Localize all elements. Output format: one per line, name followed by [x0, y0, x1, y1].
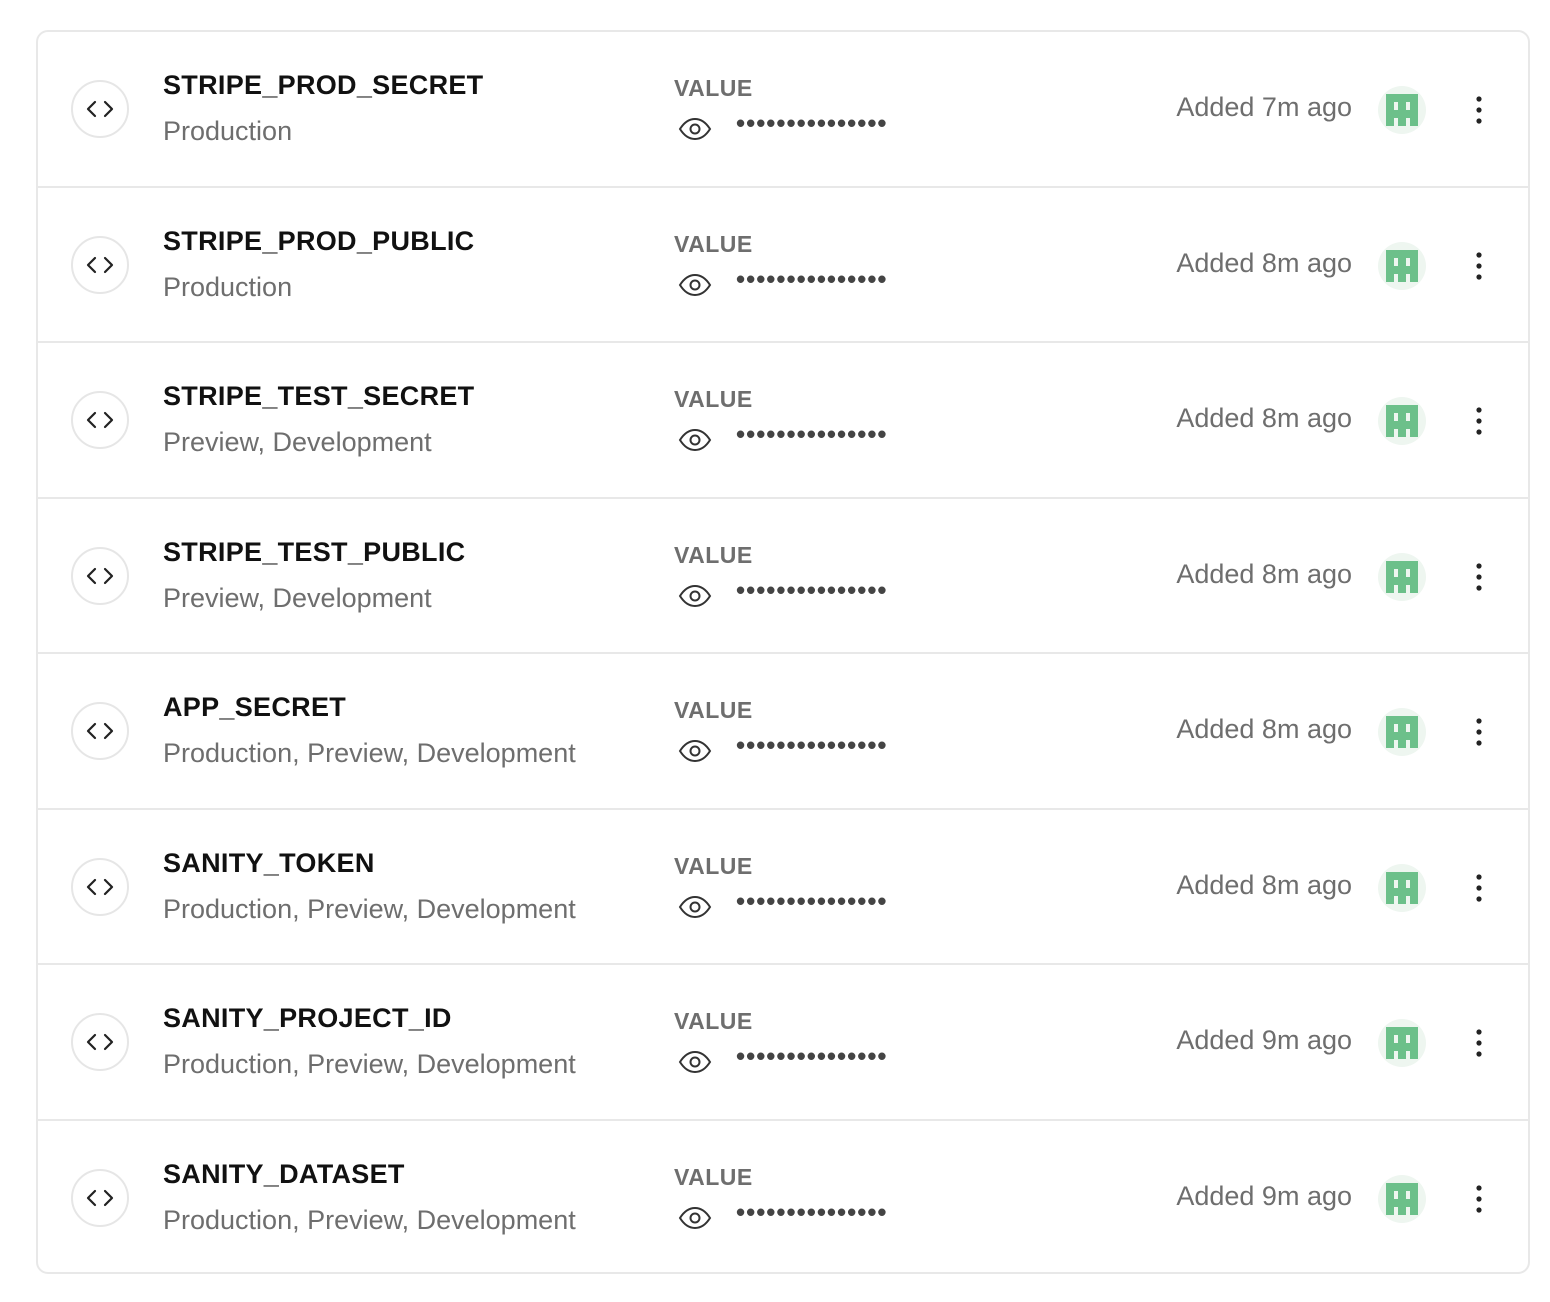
code-icon	[71, 1013, 129, 1071]
added-timestamp: Added 9m ago	[1176, 1180, 1352, 1211]
masked-value: •••••••••••••••	[736, 730, 888, 760]
added-timestamp: Added 8m ago	[1176, 558, 1352, 589]
avatar	[1378, 86, 1426, 134]
more-options-icon[interactable]	[1464, 1181, 1494, 1217]
env-var-name: STRIPE_PROD_SECRET	[163, 70, 484, 100]
env-var-environments: Production	[163, 271, 293, 302]
eye-icon[interactable]	[678, 1203, 712, 1233]
added-timestamp: Added 8m ago	[1176, 403, 1352, 433]
masked-value: •••••••••••••••	[736, 885, 888, 916]
eye-icon[interactable]	[678, 736, 712, 766]
avatar	[1378, 708, 1426, 756]
added-timestamp: Added 8m ago	[1176, 714, 1352, 744]
more-options-icon[interactable]	[1464, 92, 1494, 128]
eye-icon[interactable]	[678, 270, 712, 300]
value-label: VALUE	[674, 1008, 753, 1034]
eye-icon[interactable]	[678, 114, 712, 144]
eye-icon[interactable]	[678, 425, 712, 455]
eye-icon[interactable]	[678, 1047, 712, 1077]
env-var-row: APP_SECRET Production, Preview, Developm…	[38, 654, 1528, 810]
env-var-list: STRIPE_PROD_SECRET Production VALUE ••••…	[36, 30, 1530, 1274]
avatar	[1378, 552, 1426, 601]
avatar	[1378, 397, 1426, 445]
env-var-row: SANITY_DATASET Production, Preview, Deve…	[38, 1121, 1528, 1273]
value-label: VALUE	[674, 230, 753, 257]
added-timestamp: Added 8m ago	[1176, 247, 1352, 278]
more-options-icon[interactable]	[1464, 248, 1494, 284]
env-var-row: STRIPE_PROD_PUBLIC Production VALUE ••••…	[38, 188, 1528, 343]
code-icon	[71, 80, 129, 138]
avatar	[1378, 241, 1426, 290]
masked-value: •••••••••••••••	[736, 1041, 888, 1071]
code-icon	[71, 857, 129, 916]
env-var-name: STRIPE_TEST_PUBLIC	[163, 536, 466, 567]
env-var-environments: Preview, Development	[163, 582, 432, 613]
more-options-icon[interactable]	[1464, 870, 1494, 906]
masked-value: •••••••••••••••	[736, 1196, 888, 1227]
more-options-icon[interactable]	[1464, 1025, 1494, 1061]
env-var-environments: Production, Preview, Development	[163, 1049, 576, 1079]
env-var-name: STRIPE_PROD_PUBLIC	[163, 225, 475, 256]
env-var-name: SANITY_DATASET	[163, 1158, 405, 1189]
env-var-name: APP_SECRET	[163, 692, 347, 722]
value-label: VALUE	[674, 697, 753, 723]
env-var-environments: Preview, Development	[163, 427, 432, 457]
env-var-row: STRIPE_TEST_SECRET Preview, Development …	[38, 343, 1528, 499]
more-options-icon[interactable]	[1464, 714, 1494, 750]
added-timestamp: Added 7m ago	[1176, 92, 1352, 122]
value-label: VALUE	[674, 75, 753, 101]
eye-icon[interactable]	[678, 581, 712, 611]
added-timestamp: Added 9m ago	[1176, 1025, 1352, 1055]
added-timestamp: Added 8m ago	[1176, 869, 1352, 900]
masked-value: •••••••••••••••	[736, 574, 888, 605]
env-var-row: STRIPE_TEST_PUBLIC Preview, Development …	[38, 499, 1528, 654]
env-var-environments: Production, Preview, Development	[163, 738, 576, 768]
value-label: VALUE	[674, 386, 753, 412]
env-var-row: SANITY_TOKEN Production, Preview, Develo…	[38, 810, 1528, 965]
value-label: VALUE	[674, 852, 753, 879]
env-var-name: STRIPE_TEST_SECRET	[163, 381, 475, 411]
code-icon	[71, 1168, 129, 1227]
env-var-row: STRIPE_PROD_SECRET Production VALUE ••••…	[38, 32, 1528, 188]
masked-value: •••••••••••••••	[736, 419, 888, 449]
eye-icon[interactable]	[678, 892, 712, 922]
env-var-name: SANITY_PROJECT_ID	[163, 1003, 452, 1033]
masked-value: •••••••••••••••	[736, 108, 888, 138]
code-icon	[71, 235, 129, 294]
more-options-icon[interactable]	[1464, 403, 1494, 439]
avatar	[1378, 863, 1426, 912]
env-var-environments: Production, Preview, Development	[163, 1204, 576, 1235]
code-icon	[71, 546, 129, 605]
env-var-row: SANITY_PROJECT_ID Production, Preview, D…	[38, 965, 1528, 1121]
masked-value: •••••••••••••••	[736, 263, 888, 294]
env-var-name: SANITY_TOKEN	[163, 847, 375, 878]
code-icon	[71, 391, 129, 449]
value-label: VALUE	[674, 1163, 753, 1190]
code-icon	[71, 702, 129, 760]
avatar	[1378, 1019, 1426, 1067]
avatar	[1378, 1174, 1426, 1223]
env-var-environments: Production	[163, 116, 293, 146]
value-label: VALUE	[674, 541, 753, 568]
env-var-environments: Production, Preview, Development	[163, 893, 576, 924]
more-options-icon[interactable]	[1464, 559, 1494, 595]
